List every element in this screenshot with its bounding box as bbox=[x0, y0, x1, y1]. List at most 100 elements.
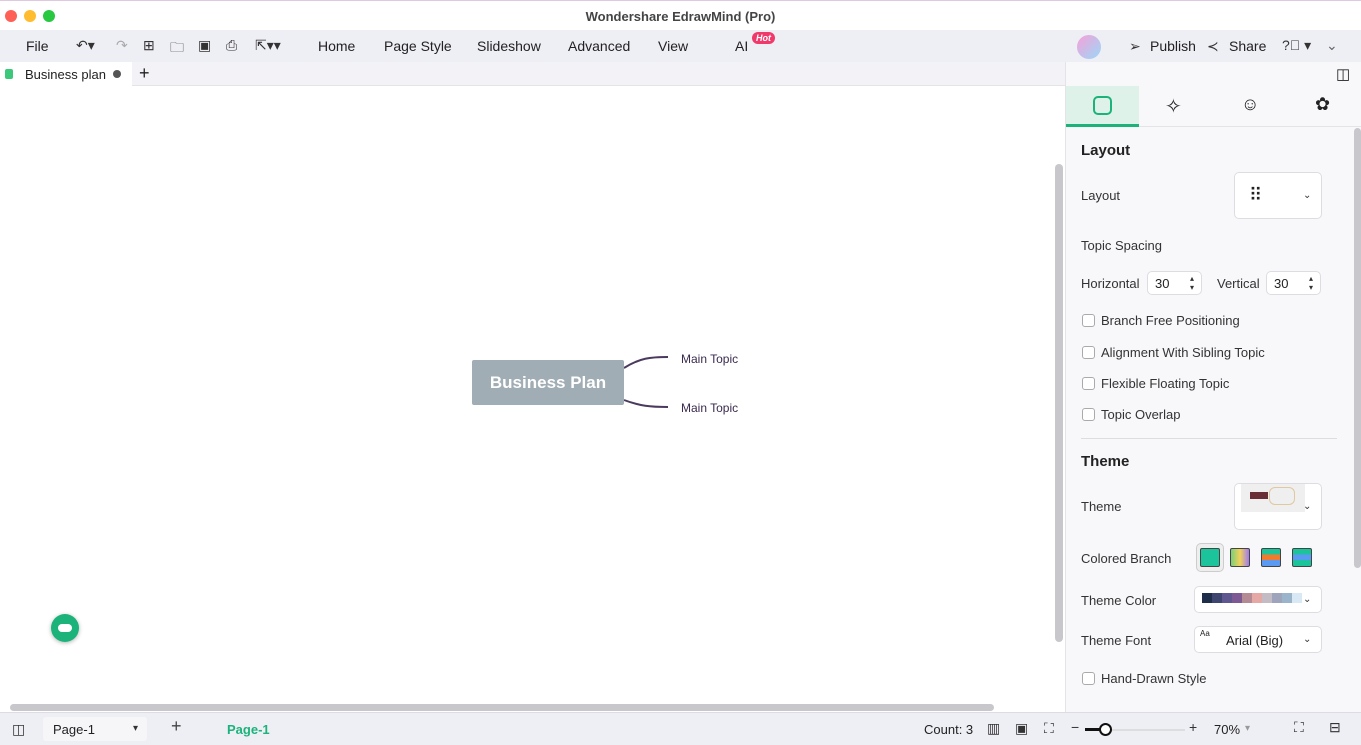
horizontal-scrollbar[interactable] bbox=[10, 704, 994, 711]
theme-color-swatch bbox=[1202, 593, 1212, 603]
fullscreen-icon[interactable]: ⛶ bbox=[1294, 719, 1304, 736]
theme-select[interactable]: ⌄ bbox=[1234, 483, 1322, 530]
zoom-in-button[interactable]: + bbox=[1189, 719, 1197, 735]
canvas[interactable]: Business Plan Main Topic Main Topic bbox=[0, 86, 1065, 712]
panel-tabs: ✧ ☺ ✿ bbox=[1066, 86, 1361, 127]
right-panel: ◫ ✧ ☺ ✿ Layout Layout ⠿ ⌄ Topic Spacing … bbox=[1065, 62, 1361, 712]
menu-ai[interactable]: AI bbox=[735, 38, 748, 54]
document-tab[interactable]: Business plan bbox=[0, 62, 132, 86]
menu-page-style[interactable]: Page Style bbox=[384, 38, 452, 54]
horizontal-spacing-stepper[interactable]: 30 ▴ ▾ bbox=[1147, 271, 1202, 295]
book-view-icon[interactable]: ▥ bbox=[987, 720, 1000, 737]
zoom-slider-handle[interactable] bbox=[1099, 723, 1112, 736]
new-icon[interactable]: ⊞ bbox=[143, 37, 155, 54]
share-button[interactable]: Share bbox=[1229, 38, 1266, 54]
save-icon[interactable]: ▣ bbox=[198, 37, 211, 54]
vertical-label: Vertical bbox=[1217, 276, 1260, 291]
unsaved-dot-icon[interactable] bbox=[113, 70, 121, 78]
topic-overlap-checkbox[interactable] bbox=[1082, 408, 1095, 421]
theme-color-swatch bbox=[1272, 593, 1282, 603]
zoom-out-button[interactable]: − bbox=[1071, 719, 1079, 735]
undo-icon[interactable]: ↶▾ bbox=[76, 37, 95, 54]
theme-font-select[interactable]: Aa Arial (Big) ⌄ bbox=[1194, 626, 1322, 653]
theme-font-label: Theme Font bbox=[1081, 633, 1152, 648]
branch-line bbox=[623, 356, 669, 369]
main-topic[interactable]: Main Topic bbox=[681, 401, 738, 415]
layout-icon bbox=[1093, 96, 1112, 115]
vertical-value: 30 bbox=[1274, 276, 1289, 291]
central-topic[interactable]: Business Plan bbox=[472, 360, 624, 405]
horizontal-value: 30 bbox=[1155, 276, 1170, 291]
menu-file[interactable]: File bbox=[26, 38, 49, 54]
tab-label: Business plan bbox=[25, 67, 106, 82]
branch-style-icon[interactable] bbox=[1261, 548, 1281, 567]
branch-style-icon[interactable] bbox=[1292, 548, 1312, 567]
chevron-down-icon: ⌄ bbox=[1303, 501, 1312, 512]
menu-home[interactable]: Home bbox=[318, 38, 355, 54]
mindmap-file-icon bbox=[5, 69, 13, 79]
avatar[interactable] bbox=[1077, 35, 1101, 59]
panel-scrollbar[interactable] bbox=[1354, 128, 1361, 568]
tab-layout[interactable] bbox=[1066, 86, 1139, 127]
add-tab-button[interactable]: + bbox=[139, 63, 150, 84]
alignment-sibling-checkbox[interactable] bbox=[1082, 346, 1095, 359]
help-icon[interactable]: ?⃝ ▾ bbox=[1282, 37, 1311, 54]
sticker-icon[interactable]: ☺ bbox=[1241, 94, 1259, 115]
theme-color-select[interactable]: ⌄ bbox=[1194, 586, 1322, 613]
caret-down-icon[interactable]: ▾ bbox=[1245, 723, 1250, 734]
ai-assistant-button[interactable] bbox=[51, 614, 79, 642]
fit-screen-icon[interactable]: ⛶ bbox=[1044, 720, 1054, 737]
sidebar-toggle-icon[interactable]: ◫ bbox=[12, 721, 25, 738]
sparkle-icon[interactable]: ✧ bbox=[1165, 94, 1182, 119]
hand-drawn-checkbox[interactable] bbox=[1082, 672, 1095, 685]
page-select[interactable]: Page-1 ▾ bbox=[43, 717, 147, 741]
fit-width-icon[interactable]: ⊟ bbox=[1329, 719, 1341, 736]
settings-flower-icon[interactable]: ✿ bbox=[1315, 94, 1330, 115]
chevron-down-icon: ⌄ bbox=[1303, 634, 1312, 645]
fit-page-icon[interactable]: ▣ bbox=[1015, 720, 1028, 737]
menu-view[interactable]: View bbox=[658, 38, 688, 54]
divider bbox=[1081, 438, 1337, 439]
menu-advanced[interactable]: Advanced bbox=[568, 38, 630, 54]
branch-style-icon[interactable] bbox=[1230, 548, 1250, 567]
vertical-spacing-stepper[interactable]: 30 ▴ ▾ bbox=[1266, 271, 1321, 295]
status-bar: ◫ Page-1 ▾ + Page-1 Count: 3 ▥ ▣ ⛶ − + 7… bbox=[0, 712, 1361, 745]
print-icon[interactable]: ⎙ bbox=[226, 37, 237, 54]
layout-heading: Layout bbox=[1081, 142, 1131, 159]
caret-down-icon: ▾ bbox=[133, 723, 139, 734]
checkbox-label: Flexible Floating Topic bbox=[1101, 376, 1230, 391]
stepper-arrows-icon[interactable]: ▴ ▾ bbox=[1309, 274, 1313, 292]
publish-button[interactable]: Publish bbox=[1150, 38, 1196, 54]
publish-icon: ➢ bbox=[1129, 38, 1141, 54]
zoom-level[interactable]: 70% bbox=[1214, 722, 1240, 737]
theme-color-swatch bbox=[1242, 593, 1252, 603]
panel-toggle-icon[interactable]: ◫ bbox=[1336, 65, 1350, 83]
add-page-button[interactable]: + bbox=[171, 716, 182, 737]
theme-label: Theme bbox=[1081, 499, 1122, 514]
page-tab[interactable]: Page-1 bbox=[227, 722, 270, 737]
redo-icon[interactable]: ↷ bbox=[116, 37, 128, 54]
stepper-arrows-icon[interactable]: ▴ ▾ bbox=[1190, 274, 1194, 292]
menu-slideshow[interactable]: Slideshow bbox=[477, 38, 541, 54]
flexible-floating-checkbox[interactable] bbox=[1082, 377, 1095, 390]
theme-color-swatch bbox=[1232, 593, 1242, 603]
theme-preview-branches bbox=[1269, 487, 1295, 505]
branch-free-positioning-checkbox[interactable] bbox=[1082, 314, 1095, 327]
export-icon[interactable]: ⇱▾▾ bbox=[255, 37, 281, 54]
checkbox-label: Hand-Drawn Style bbox=[1101, 671, 1207, 686]
theme-color-swatch bbox=[1282, 593, 1292, 603]
chevron-down-icon[interactable]: ⌄ bbox=[1326, 37, 1338, 54]
vertical-scrollbar[interactable] bbox=[1055, 164, 1063, 642]
horizontal-label: Horizontal bbox=[1081, 276, 1140, 291]
theme-preview-node bbox=[1250, 492, 1268, 499]
theme-color-swatches bbox=[1202, 593, 1302, 603]
layout-select[interactable]: ⠿ ⌄ bbox=[1234, 172, 1322, 219]
open-folder-icon[interactable]: 🗀 bbox=[170, 37, 184, 61]
branch-style-icon bbox=[1200, 548, 1220, 567]
checkbox-label: Topic Overlap bbox=[1101, 407, 1181, 422]
main-topic[interactable]: Main Topic bbox=[681, 352, 738, 366]
chevron-down-icon: ⌄ bbox=[1303, 190, 1312, 201]
theme-color-swatch bbox=[1222, 593, 1232, 603]
zoom-slider[interactable] bbox=[1085, 723, 1185, 736]
window-title: Wondershare EdrawMind (Pro) bbox=[585, 9, 776, 24]
